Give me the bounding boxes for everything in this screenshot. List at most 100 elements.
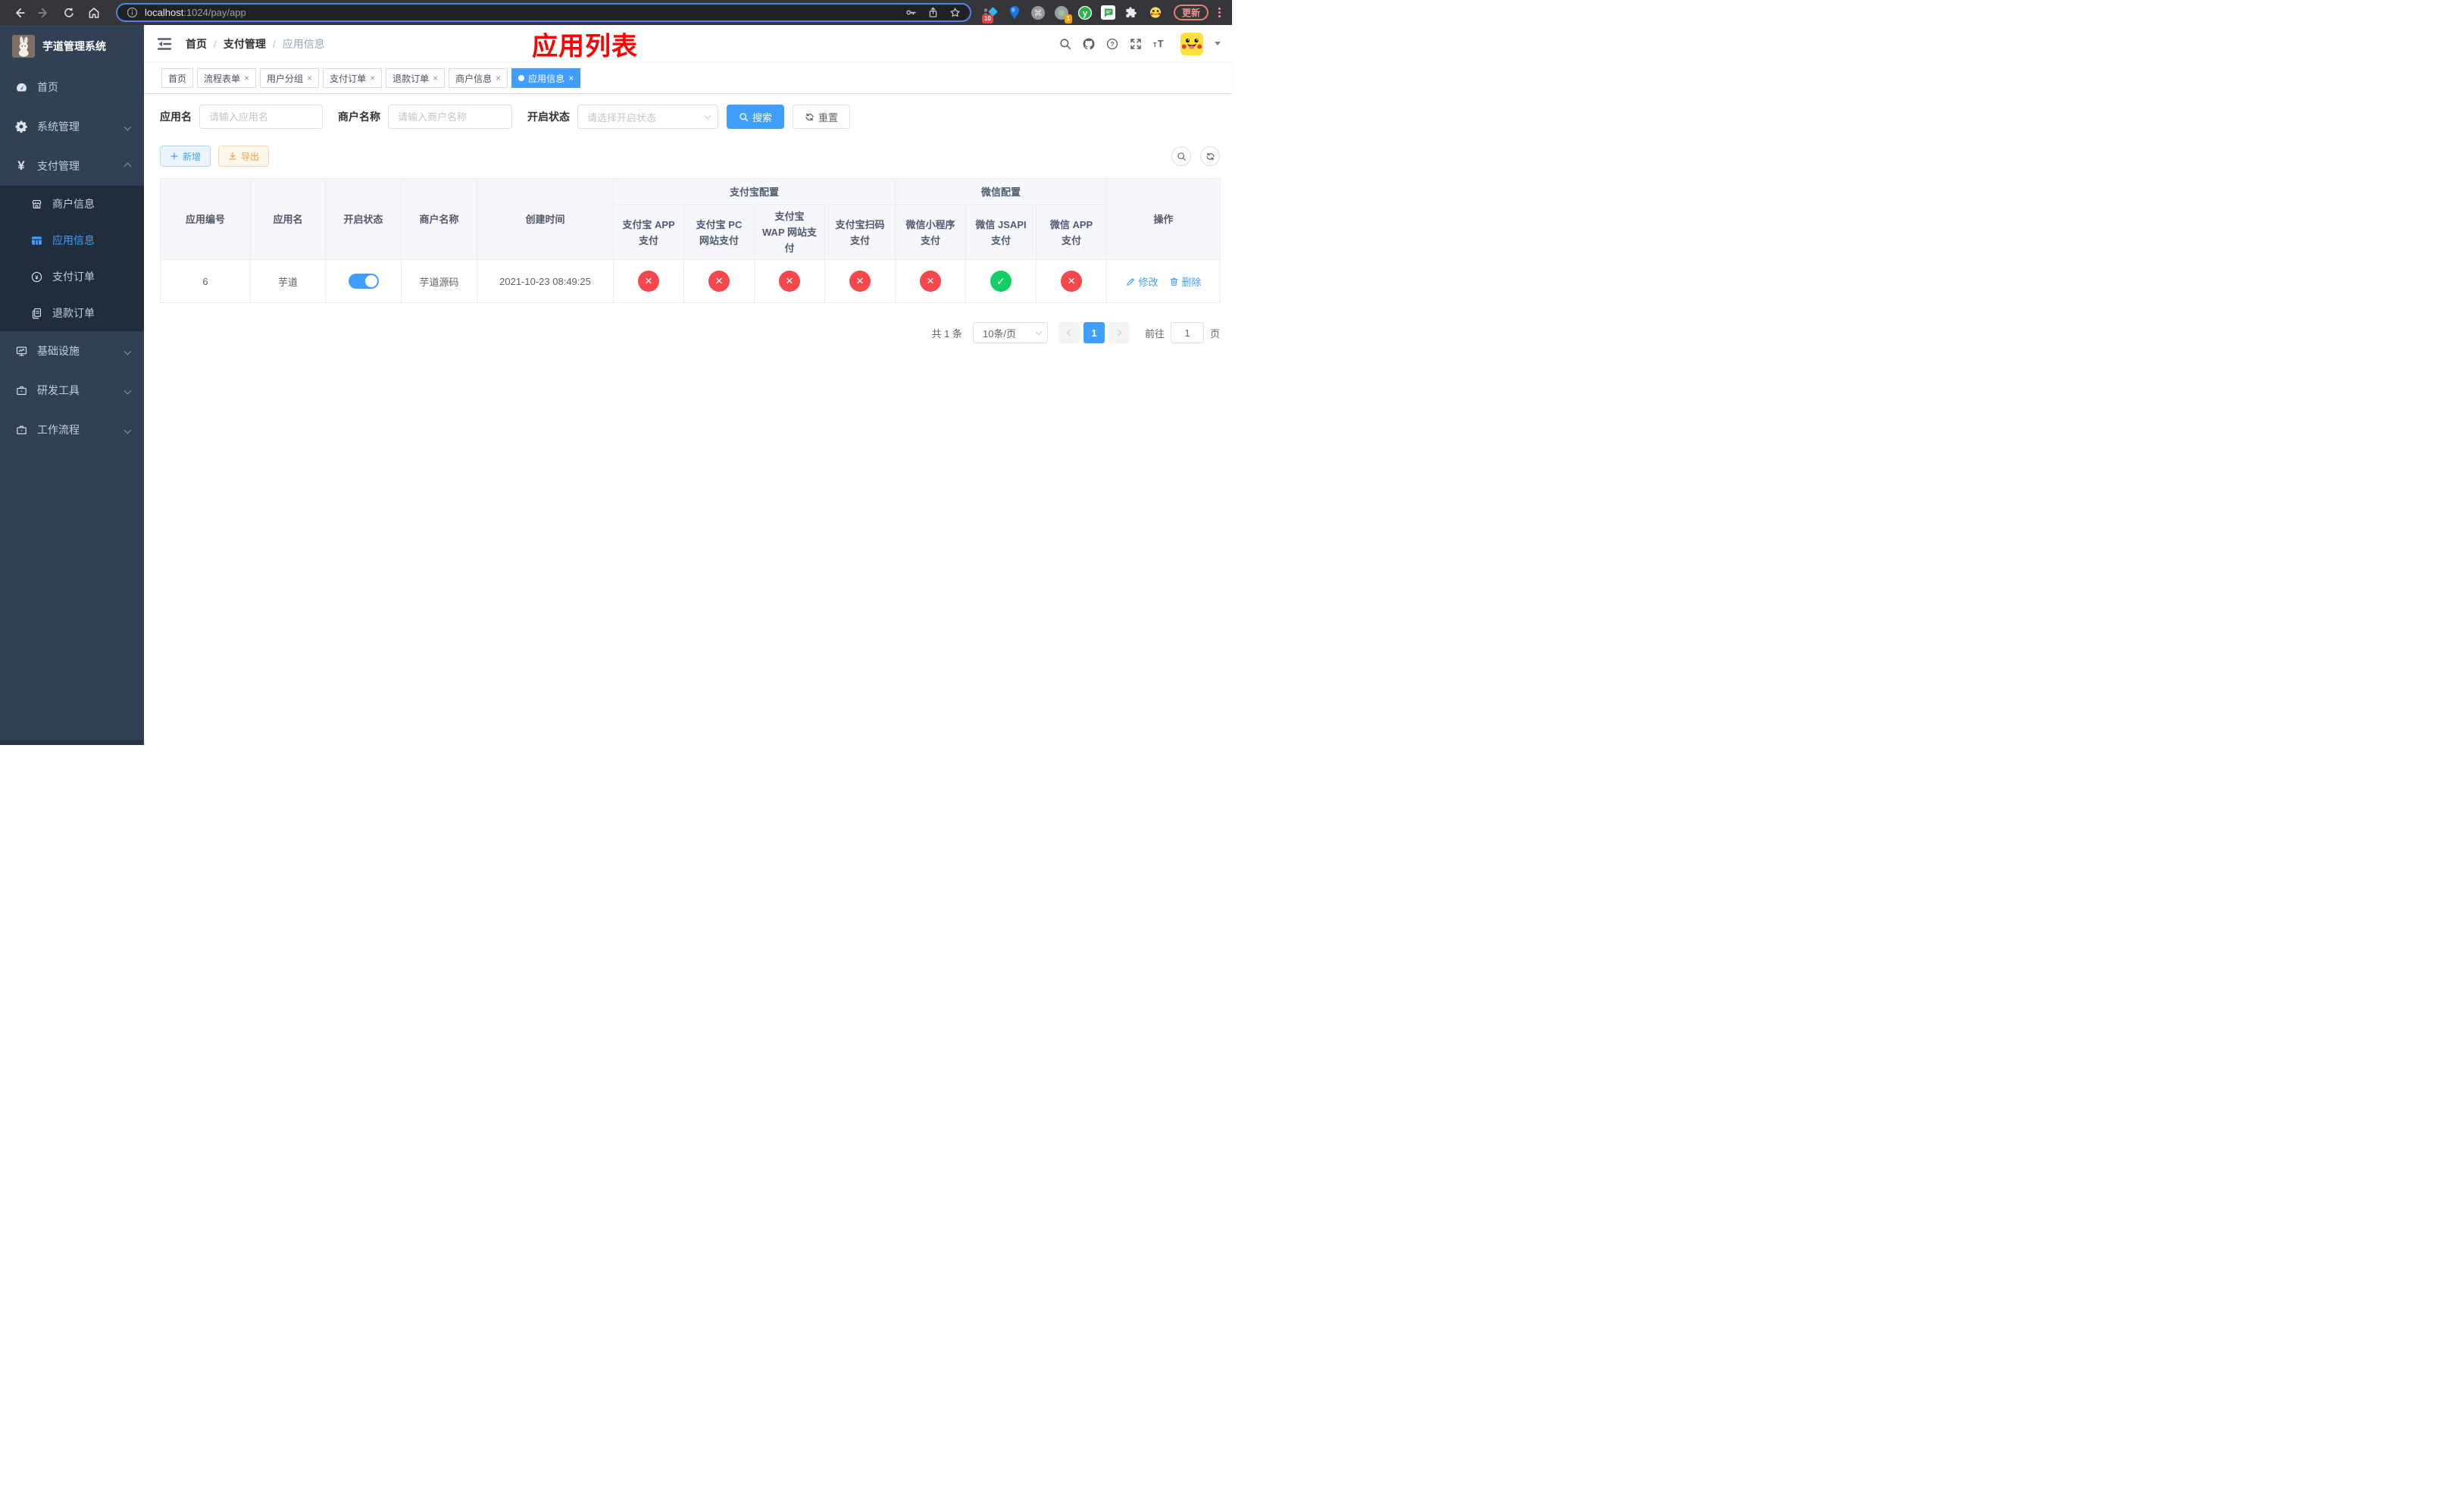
extension-y-icon[interactable]: y bbox=[1077, 5, 1093, 20]
profile-avatar-pikachu[interactable] bbox=[1148, 5, 1163, 20]
config-status-badge bbox=[1061, 271, 1083, 292]
chevron-down-icon bbox=[1035, 328, 1043, 335]
logo-rabbit-avatar bbox=[12, 35, 35, 58]
avatar-caret-icon[interactable] bbox=[1215, 42, 1221, 45]
col-header-wx-jsapi: 微信 JSAPI 支付 bbox=[965, 205, 1037, 260]
sidebar-item-label: 工作流程 bbox=[37, 424, 80, 436]
tab-process-form[interactable]: 流程表单 × bbox=[197, 68, 257, 88]
briefcase-icon bbox=[14, 383, 29, 398]
extension-sprite-icon[interactable]: 10 bbox=[981, 5, 999, 23]
merchant-name-input[interactable] bbox=[388, 105, 512, 129]
tab-app-info[interactable]: 应用信息 × bbox=[511, 68, 581, 88]
svg-text:⌘: ⌘ bbox=[1033, 8, 1042, 18]
extension-recorder-icon[interactable]: 1 bbox=[1054, 5, 1072, 23]
search-button[interactable]: 搜索 bbox=[727, 105, 785, 129]
font-size-icon[interactable]: TT bbox=[1152, 37, 1166, 51]
close-icon[interactable]: × bbox=[244, 74, 249, 83]
next-page-button[interactable] bbox=[1108, 322, 1130, 343]
sidebar-item-app-info[interactable]: 应用信息 bbox=[0, 222, 144, 258]
url-text: localhost:1024/pay/app bbox=[145, 7, 246, 18]
extension-badge: 1 bbox=[1064, 14, 1072, 23]
config-status-badge bbox=[920, 271, 942, 292]
extension-balloon-icon[interactable] bbox=[1007, 5, 1022, 20]
sidebar-collapse-bar[interactable] bbox=[0, 740, 144, 745]
cell-merchant: 芋道源码 bbox=[401, 259, 477, 303]
home-icon[interactable] bbox=[87, 6, 101, 20]
breadcrumb-home[interactable]: 首页 bbox=[186, 36, 207, 52]
refresh-table-button[interactable] bbox=[1200, 146, 1220, 166]
chevron-right-icon bbox=[1115, 329, 1122, 337]
col-header-app-name: 应用名 bbox=[250, 178, 326, 260]
extensions-puzzle-icon[interactable] bbox=[1124, 5, 1140, 20]
breadcrumb-payment[interactable]: 支付管理 bbox=[224, 36, 266, 52]
reload-icon[interactable] bbox=[62, 6, 76, 20]
sidebar-item-label: 支付管理 bbox=[37, 160, 80, 172]
breadcrumb-separator: / bbox=[272, 37, 276, 50]
sidebar-item-label: 退款订单 bbox=[52, 307, 95, 319]
plus-icon bbox=[170, 152, 178, 160]
sidebar-item-home[interactable]: 首页 bbox=[0, 67, 144, 107]
back-icon[interactable] bbox=[12, 6, 26, 20]
close-icon[interactable]: × bbox=[568, 74, 574, 83]
share-icon[interactable] bbox=[927, 7, 939, 18]
app-logo[interactable]: 芋道管理系统 bbox=[0, 25, 144, 67]
github-icon[interactable] bbox=[1082, 37, 1096, 51]
sidebar-item-infrastructure[interactable]: 基础设施 bbox=[0, 331, 144, 371]
extension-command-icon[interactable]: ⌘ bbox=[1030, 5, 1046, 20]
app-name-input[interactable] bbox=[199, 105, 323, 129]
status-toggle[interactable] bbox=[348, 274, 379, 289]
tab-refund-order[interactable]: 退款订单 × bbox=[386, 68, 446, 88]
page-size-select[interactable]: 10条/页 bbox=[972, 322, 1048, 343]
sidebar-item-system[interactable]: 系统管理 bbox=[0, 107, 144, 146]
tab-home[interactable]: 首页 bbox=[161, 68, 194, 88]
reset-button[interactable]: 重置 bbox=[793, 105, 851, 129]
help-icon[interactable]: ? bbox=[1105, 37, 1119, 51]
close-icon[interactable]: × bbox=[496, 74, 501, 83]
search-icon[interactable] bbox=[1058, 37, 1072, 51]
fullscreen-icon[interactable] bbox=[1129, 37, 1143, 51]
shop-icon bbox=[29, 196, 44, 211]
merchant-name-label: 商户名称 bbox=[338, 111, 380, 123]
config-status-badge bbox=[708, 271, 730, 292]
table-row: 6 芋道 芋道源码 2021-10-23 08:49:25 × × × × × … bbox=[160, 259, 1221, 303]
password-key-icon[interactable] bbox=[905, 7, 917, 18]
col-header-wx-app: 微信 APP 支付 bbox=[1036, 205, 1108, 260]
user-avatar[interactable] bbox=[1180, 32, 1203, 55]
browser-update-button[interactable]: 更新 bbox=[1173, 5, 1209, 20]
url-bar[interactable]: localhost:1024/pay/app bbox=[116, 3, 971, 22]
add-button[interactable]: 新增 bbox=[160, 146, 211, 167]
sidebar-item-label: 商户信息 bbox=[52, 198, 95, 210]
close-icon[interactable]: × bbox=[370, 74, 375, 83]
sidebar-item-dev-tools[interactable]: 研发工具 bbox=[0, 371, 144, 410]
page-number-button[interactable]: 1 bbox=[1083, 322, 1105, 343]
col-header-wx-mini: 微信小程序支付 bbox=[895, 205, 967, 260]
col-header-status: 开启状态 bbox=[325, 178, 402, 260]
svg-text:y: y bbox=[1083, 8, 1087, 17]
sidebar-item-merchant-info[interactable]: 商户信息 bbox=[0, 186, 144, 222]
search-icon bbox=[740, 112, 749, 121]
sidebar-item-label: 研发工具 bbox=[37, 384, 80, 396]
tab-pay-order[interactable]: 支付订单 × bbox=[323, 68, 383, 88]
sidebar-item-pay-order[interactable]: ¥ 支付订单 bbox=[0, 258, 144, 295]
status-select[interactable]: 请选择开启状态 bbox=[577, 105, 718, 129]
site-info-icon[interactable] bbox=[127, 7, 138, 18]
tab-merchant-info[interactable]: 商户信息 × bbox=[449, 68, 508, 88]
close-icon[interactable]: × bbox=[307, 74, 312, 83]
sidebar-item-refund-order[interactable]: 退款订单 bbox=[0, 295, 144, 331]
extension-chat-icon[interactable] bbox=[1101, 5, 1116, 20]
prev-page-button[interactable] bbox=[1058, 322, 1080, 343]
sidebar-item-payment[interactable]: ¥ 支付管理 bbox=[0, 146, 144, 186]
goto-page-input[interactable] bbox=[1170, 322, 1204, 343]
delete-link[interactable]: 删除 bbox=[1169, 274, 1202, 289]
bookmark-star-icon[interactable] bbox=[949, 7, 961, 18]
forward-icon[interactable] bbox=[37, 6, 51, 20]
export-button[interactable]: 导出 bbox=[218, 146, 270, 167]
active-dot bbox=[518, 75, 525, 81]
edit-link[interactable]: 修改 bbox=[1126, 274, 1159, 289]
tab-user-group[interactable]: 用户分组 × bbox=[260, 68, 320, 88]
sidebar-fold-icon[interactable] bbox=[155, 35, 174, 53]
browser-menu-icon[interactable] bbox=[1215, 8, 1224, 17]
toggle-search-button[interactable] bbox=[1171, 146, 1191, 166]
close-icon[interactable]: × bbox=[433, 74, 438, 83]
sidebar-item-workflow[interactable]: 工作流程 bbox=[0, 410, 144, 449]
